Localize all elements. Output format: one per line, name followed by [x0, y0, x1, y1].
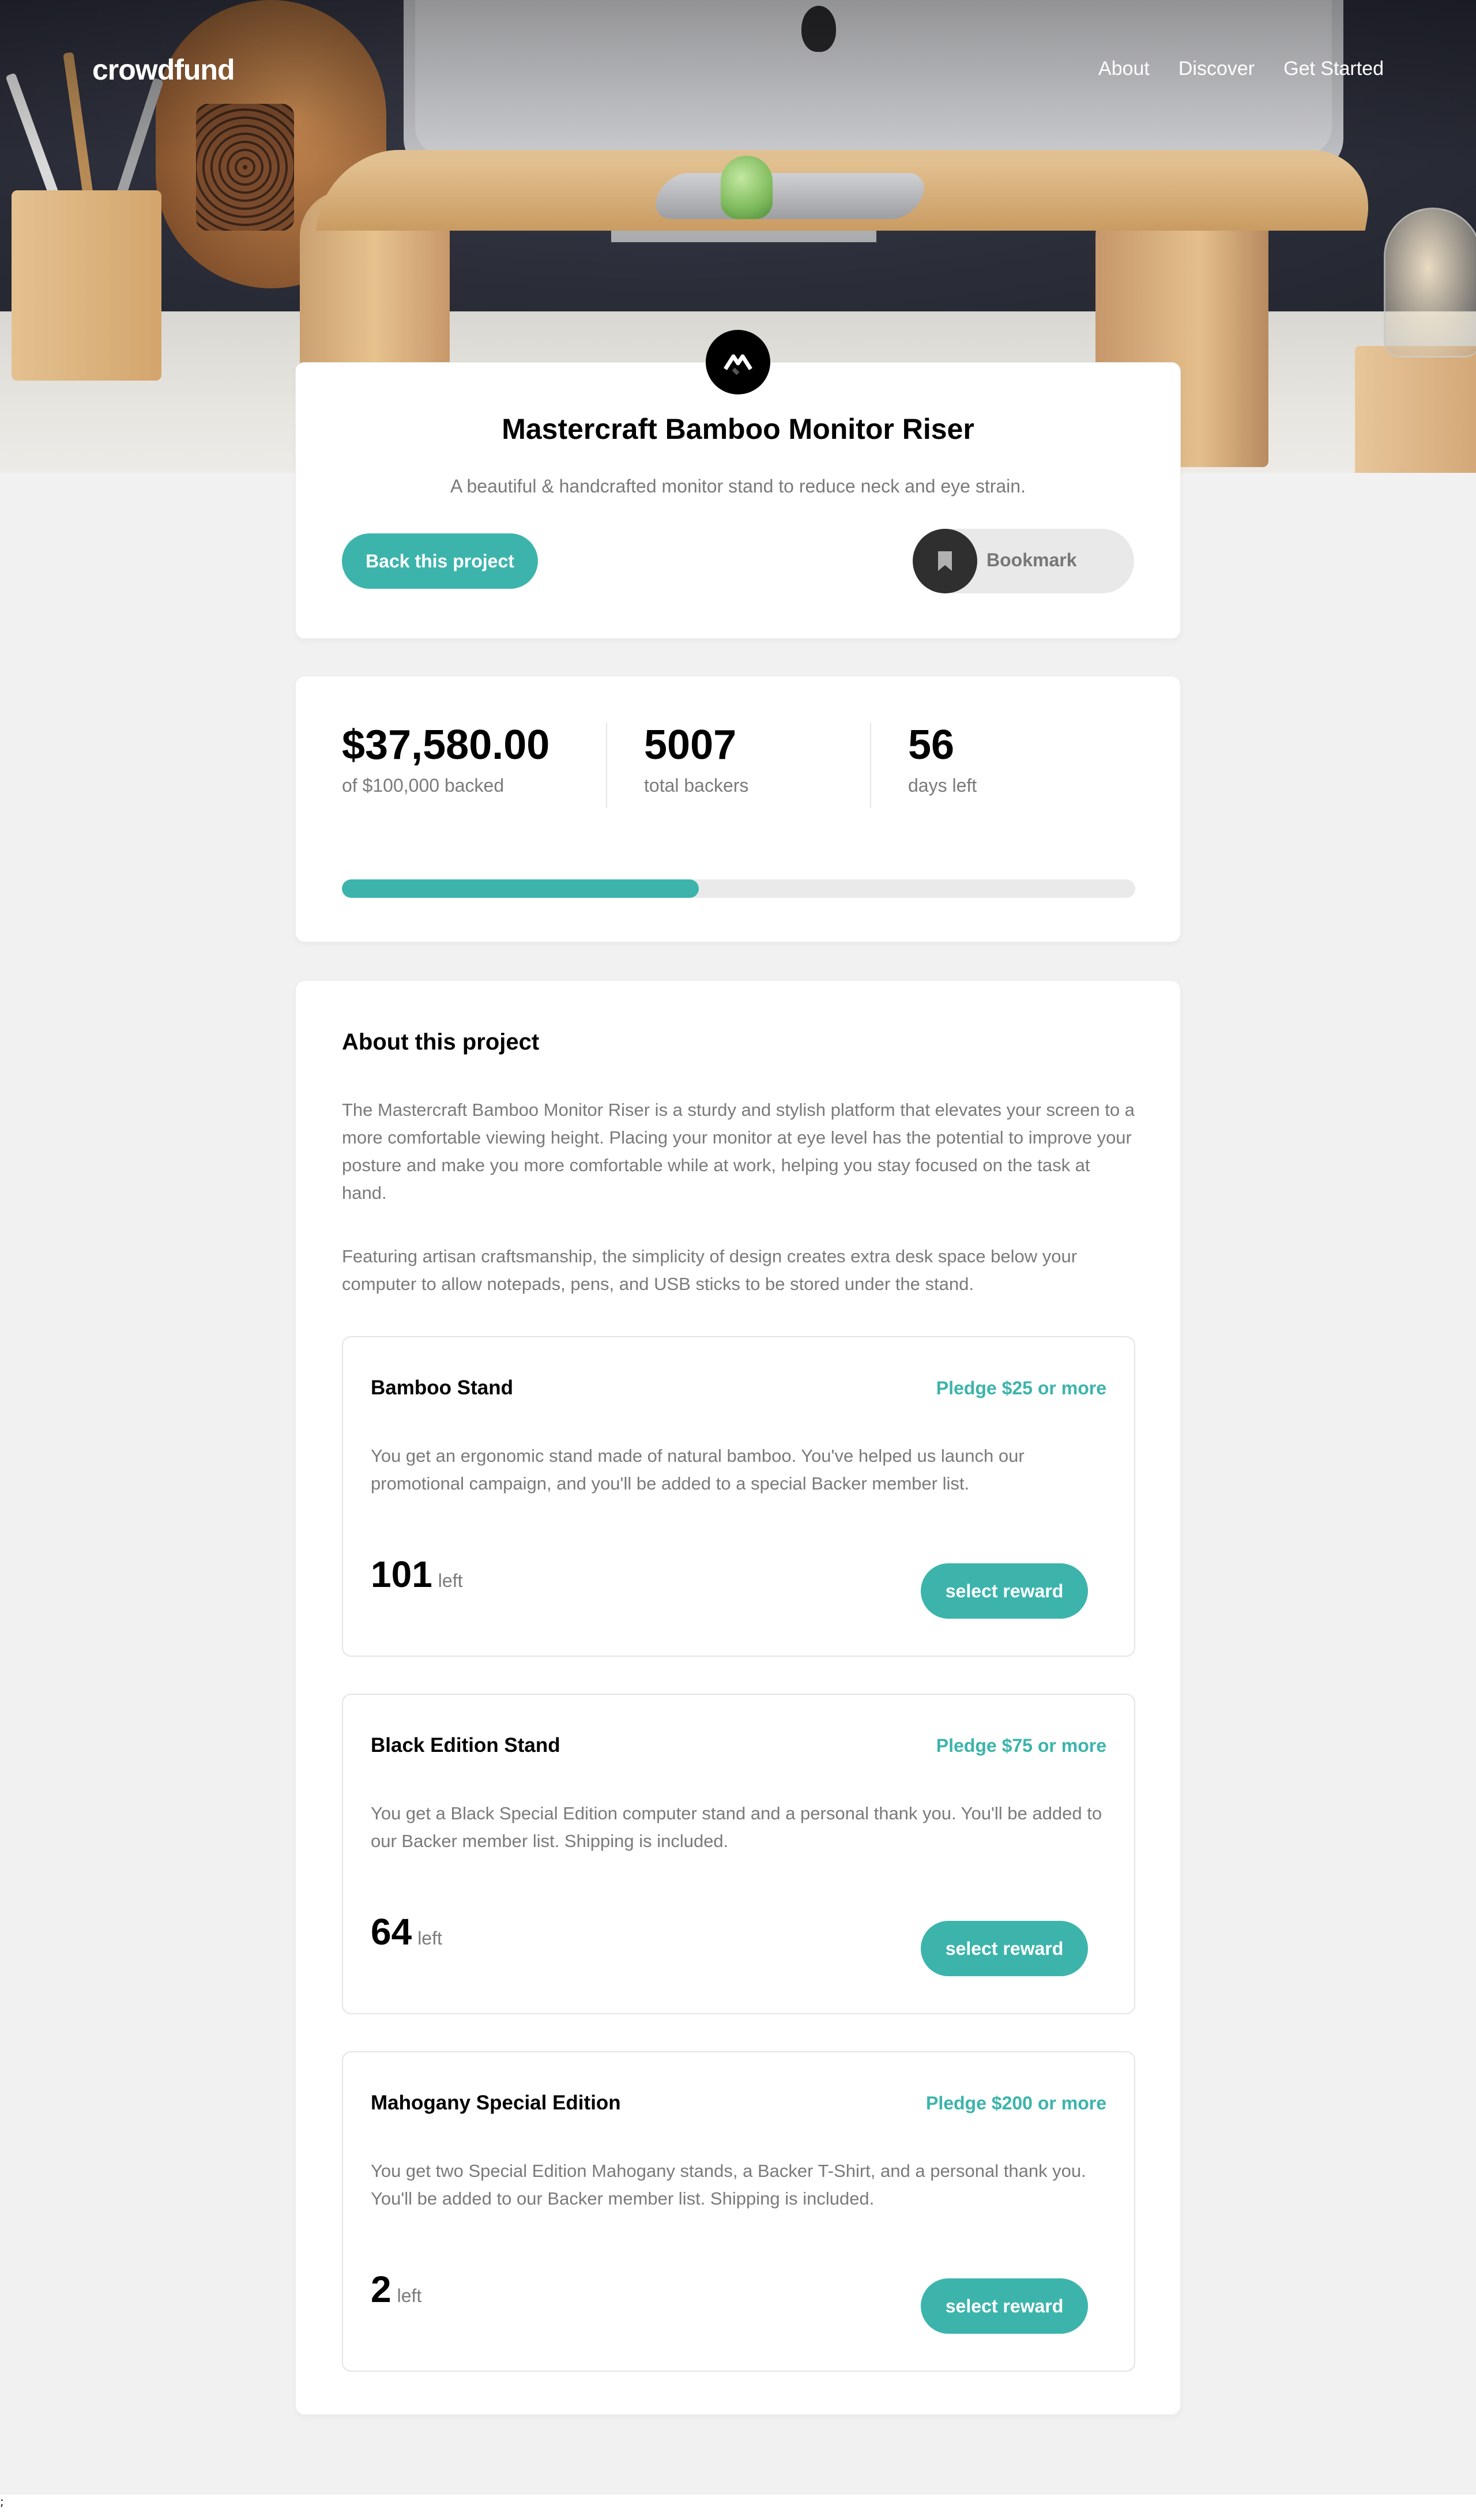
funding-progress-bar: [342, 879, 1135, 898]
reward-description: You get a Black Special Edition computer…: [371, 1803, 1102, 1851]
nav-link-get-started[interactable]: Get Started: [1283, 58, 1384, 80]
reward-description: You get an ergonomic stand made of natur…: [371, 1446, 1025, 1494]
reward-pledge: Pledge $25 or more: [936, 1378, 1106, 1398]
reward-pledge: Pledge $75 or more: [936, 1735, 1106, 1756]
reward-left-count: 64: [371, 1911, 412, 1953]
reward-name: Mahogany Special Edition: [371, 2092, 621, 2114]
reward-left-label: left: [417, 1928, 442, 1949]
reward-left-label: left: [438, 1570, 463, 1591]
reward-left-count: 2: [371, 2269, 391, 2310]
about-title: About this project: [342, 1029, 540, 1055]
backers-count: 5007: [644, 722, 737, 768]
about-project-card: About this project The Mastercraft Bambo…: [295, 980, 1181, 2415]
bookmark-label: Bookmark: [986, 550, 1077, 570]
reward-stock: 101 left: [371, 1553, 462, 1596]
reward-description: You get two Special Edition Mahogany sta…: [371, 2161, 1086, 2209]
days-count: 56: [908, 722, 955, 768]
stat-divider: [606, 723, 607, 808]
reward-left-count: 101: [371, 1554, 432, 1595]
project-title: Mastercraft Bamboo Monitor Riser: [502, 413, 974, 445]
stray-character: ;: [0, 2495, 4, 2508]
project-subtitle: A beautiful & handcrafted monitor stand …: [450, 476, 1026, 497]
reward-pledge: Pledge $200 or more: [925, 2093, 1106, 2113]
reward-name: Black Edition Stand: [371, 1734, 560, 1757]
mastercraft-logo-icon: [706, 330, 770, 394]
back-project-button[interactable]: Back this project: [342, 533, 538, 589]
days-label: days left: [908, 775, 977, 796]
reward-card-black-edition: Black Edition Stand Pledge $75 or more Y…: [342, 1694, 1135, 2014]
about-paragraph: Featuring artisan craftsmanship, the sim…: [342, 1246, 1078, 1294]
reward-left-label: left: [397, 2285, 422, 2306]
reward-stock: 2 left: [371, 2268, 421, 2311]
project-intro-card: Mastercraft Bamboo Monitor Riser A beaut…: [295, 362, 1181, 639]
backed-label: of $100,000 backed: [342, 775, 504, 796]
stat-divider: [870, 723, 871, 808]
select-reward-button[interactable]: select reward: [921, 2278, 1088, 2334]
backers-label: total backers: [644, 775, 749, 796]
reward-card-mahogany-edition: Mahogany Special Edition Pledge $200 or …: [342, 2051, 1135, 2372]
page-bottom-strip: [0, 2495, 1476, 2520]
backed-amount: $37,580.00: [342, 722, 550, 768]
reward-card-bamboo-stand: Bamboo Stand Pledge $25 or more You get …: [342, 1336, 1135, 1657]
bookmark-button[interactable]: Bookmark: [913, 529, 1134, 593]
project-stats-card: $37,580.00 of $100,000 backed 5007 total…: [295, 676, 1181, 942]
about-paragraph: The Mastercraft Bamboo Monitor Riser is …: [342, 1100, 1135, 1203]
site-logo[interactable]: crowdfund: [92, 53, 235, 86]
main-nav: About Discover Get Started: [1098, 58, 1384, 80]
stat-days: 56 days left: [908, 722, 977, 796]
select-reward-button[interactable]: select reward: [921, 1921, 1088, 1976]
funding-progress-fill: [342, 879, 699, 898]
nav-link-about[interactable]: About: [1098, 58, 1150, 80]
reward-stock: 64 left: [371, 1910, 442, 1953]
nav-link-discover[interactable]: Discover: [1178, 58, 1255, 80]
reward-name: Bamboo Stand: [371, 1376, 513, 1399]
stat-backed: $37,580.00 of $100,000 backed: [342, 722, 550, 796]
bookmark-icon: [913, 529, 977, 593]
stat-backers: 5007 total backers: [644, 722, 749, 796]
select-reward-button[interactable]: select reward: [921, 1563, 1088, 1619]
